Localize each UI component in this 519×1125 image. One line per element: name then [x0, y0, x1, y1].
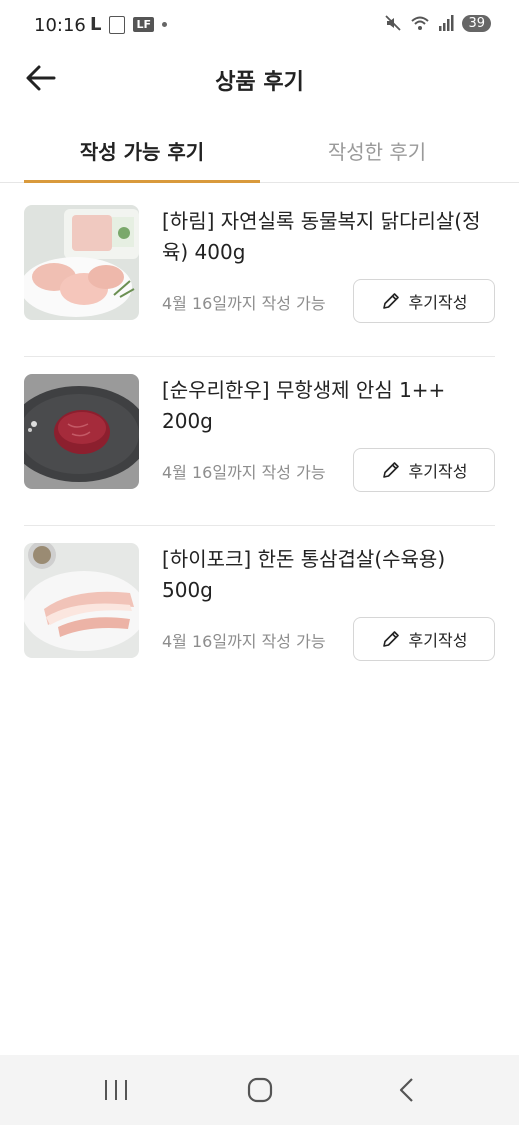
- wifi-icon: [411, 16, 430, 30]
- review-deadline: 4월 16일까지 작성 가능: [162, 463, 326, 482]
- status-time: 10:16: [34, 15, 86, 36]
- beef-tenderloin-photo[interactable]: [24, 374, 139, 489]
- battery-icon: 39: [462, 14, 491, 32]
- pencil-icon: [382, 293, 399, 309]
- tab-written-reviews[interactable]: 작성한 후기: [258, 118, 496, 182]
- review-tabs: 작성 가능 후기 작성한 후기: [0, 118, 519, 183]
- l-icon: L: [90, 14, 102, 35]
- tab-writable-reviews[interactable]: 작성 가능 후기: [24, 118, 260, 182]
- signal-icon: [439, 15, 454, 31]
- image-icon: [109, 15, 126, 34]
- pencil-icon: [382, 631, 399, 647]
- status-right-icons: 39: [384, 14, 491, 32]
- chicken-thigh-photo[interactable]: [24, 205, 139, 320]
- lf-icon: LF: [133, 17, 155, 32]
- back-icon: [399, 1078, 413, 1102]
- status-bar: 10:16 L LF 39: [0, 0, 519, 52]
- write-review-button[interactable]: 후기작성: [353, 448, 495, 492]
- system-nav-bar: [0, 1055, 519, 1125]
- mute-icon: [385, 15, 402, 31]
- recent-apps-button[interactable]: [96, 1075, 136, 1105]
- status-left-icons: L LF: [90, 14, 168, 35]
- product-name[interactable]: [순우리한우] 무항생제 안심 1++ 200g: [162, 375, 492, 437]
- product-name[interactable]: [하이포크] 한돈 통삼겹살(수육용) 500g: [162, 544, 492, 606]
- product-name[interactable]: [하림] 자연실록 동물복지 닭다리살(정육) 400g: [162, 206, 492, 268]
- review-deadline: 4월 16일까지 작성 가능: [162, 294, 326, 313]
- recent-apps-icon: [105, 1080, 127, 1100]
- write-review-label: 후기작성: [408, 293, 468, 312]
- nav-back-button[interactable]: [386, 1075, 426, 1105]
- review-list: [하림] 자연실록 동물복지 닭다리살(정육) 400g 4월 16일까지 작성…: [0, 188, 519, 694]
- write-review-button[interactable]: 후기작성: [353, 617, 495, 661]
- page-title: 상품 후기: [215, 70, 304, 95]
- write-review-label: 후기작성: [408, 462, 468, 481]
- list-item: [순우리한우] 무항생제 안심 1++ 200g 4월 16일까지 작성 가능 …: [24, 357, 495, 526]
- write-review-button[interactable]: 후기작성: [353, 279, 495, 323]
- dot-icon: [162, 22, 168, 27]
- write-review-label: 후기작성: [408, 631, 468, 650]
- header: 상품 후기: [0, 52, 519, 106]
- active-tab-indicator: [24, 180, 260, 183]
- list-item: [하이포크] 한돈 통삼겹살(수육용) 500g 4월 16일까지 작성 가능 …: [24, 526, 495, 694]
- pork-belly-photo[interactable]: [24, 543, 139, 658]
- home-button[interactable]: [240, 1075, 280, 1105]
- pencil-icon: [382, 462, 399, 478]
- review-deadline: 4월 16일까지 작성 가능: [162, 632, 326, 651]
- list-item: [하림] 자연실록 동물복지 닭다리살(정육) 400g 4월 16일까지 작성…: [24, 188, 495, 357]
- home-icon: [247, 1077, 273, 1103]
